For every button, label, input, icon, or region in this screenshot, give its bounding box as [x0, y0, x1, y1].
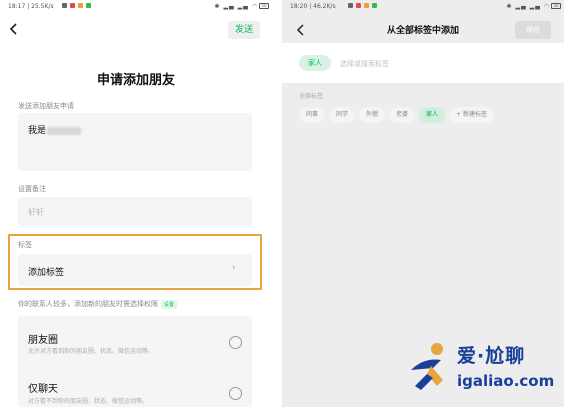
- option-chat-only-title: 仅聊天: [28, 384, 58, 395]
- new-tag-button[interactable]: + 新建标签: [449, 107, 495, 123]
- tag-search-input[interactable]: 选择或搜索标签: [340, 59, 389, 69]
- signal-icons: ✱ ▂▄ ▂▄ ◠: [506, 3, 550, 10]
- notification-icon: [70, 3, 75, 8]
- message-text: 我是: [28, 123, 82, 136]
- add-tag-label: 添加标签: [28, 268, 65, 278]
- watermark-text-cn: 爱·尬聊: [457, 345, 526, 367]
- status-bar: 18:20 | 46.2K/s ✱ ▂▄ ▂▄ ◠ 50: [282, 0, 564, 13]
- remark-field[interactable]: 轩轩: [18, 197, 252, 226]
- notification-icon: [348, 3, 353, 8]
- tag-chip[interactable]: 外貌: [359, 107, 386, 123]
- privacy-hint: 你的联系人较多，添加新的朋友时需选择权限 设置: [18, 299, 178, 309]
- watermark-text-en: igaliao.com: [457, 372, 555, 390]
- add-friend-screen: 18:17 | 25.5K/s ✱ ▂▄ ▂▄ ◠ 50 发送 申请添加朋友 发…: [0, 0, 272, 407]
- site-watermark: 爱·尬聊 igaliao.com: [407, 332, 557, 400]
- blurred-name: [47, 126, 82, 135]
- message-value: 我是: [28, 126, 47, 136]
- status-time: 18:17 | 25.5K/s: [8, 3, 54, 10]
- remark-value: 轩轩: [28, 208, 44, 217]
- battery-icon: 50: [259, 3, 269, 9]
- save-button[interactable]: 保存: [515, 21, 551, 39]
- notification-icon: [372, 3, 377, 8]
- selected-tag-chip[interactable]: 家人: [299, 55, 331, 71]
- screen-divider: [272, 0, 282, 407]
- tag-chip[interactable]: 老婆: [389, 107, 416, 123]
- tag-chip[interactable]: 同学: [329, 107, 356, 123]
- option-moments-radio[interactable]: [229, 336, 242, 349]
- tag-label: 标签: [18, 241, 32, 249]
- tag-chip-selected[interactable]: 家人: [419, 107, 446, 123]
- battery-icon: 50: [551, 3, 561, 9]
- option-chat-only-desc: 对方看不到你的朋友圈、状态、微信运动等。: [28, 398, 149, 405]
- tag-chip[interactable]: 同事: [299, 107, 326, 123]
- signal-icons: ✱ ▂▄ ▂▄ ◠: [214, 3, 258, 10]
- option-chat-only-radio[interactable]: [229, 387, 242, 400]
- message-label: 发送添加朋友申请: [18, 102, 74, 110]
- notification-icon: [78, 3, 83, 8]
- notification-icons: [348, 3, 377, 8]
- back-arrow-icon[interactable]: [6, 21, 22, 37]
- notification-icon: [364, 3, 369, 8]
- option-moments-desc: 允许对方看到你的朋友圈、状态、微信运动等。: [28, 348, 155, 355]
- status-time: 18:20 | 46.2K/s: [290, 3, 336, 10]
- send-button[interactable]: 发送: [228, 21, 260, 39]
- message-field[interactable]: 我是: [18, 113, 252, 171]
- all-tags-label: 全部标签: [299, 93, 324, 100]
- notification-icon: [86, 3, 91, 8]
- status-bar: 18:17 | 25.5K/s ✱ ▂▄ ▂▄ ◠ 50: [0, 0, 272, 13]
- all-tags-list: 同事 同学 外貌 老婆 家人 + 新建标签: [299, 107, 495, 123]
- notification-icons: [62, 3, 91, 8]
- privacy-badge[interactable]: 设置: [161, 299, 178, 309]
- chevron-right-icon: ›: [232, 263, 236, 273]
- option-moments-title: 朋友圈: [28, 335, 58, 346]
- notification-icon: [356, 3, 361, 8]
- runner-logo-icon: [407, 340, 451, 392]
- notification-icon: [62, 3, 67, 8]
- privacy-hint-text: 你的联系人较多，添加新的朋友时需选择权限: [18, 300, 158, 308]
- remark-label: 设置备注: [18, 185, 46, 193]
- page-title: 申请添加朋友: [96, 73, 175, 88]
